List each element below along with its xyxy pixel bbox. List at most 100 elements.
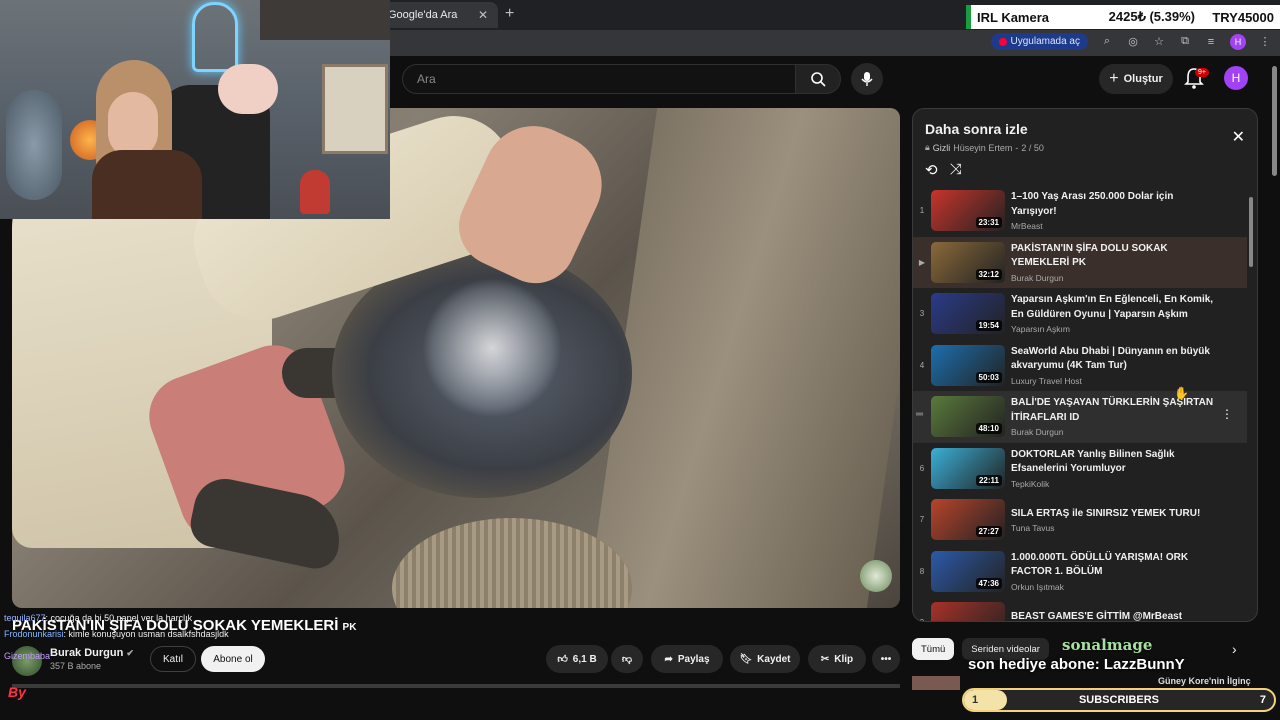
chat-line: Gizembaba <box>4 650 229 662</box>
browser-profile-avatar[interactable]: H <box>1230 33 1246 50</box>
playlist-item-thumbnail[interactable]: 19:54 <box>931 293 1005 335</box>
playlist-privacy: Gizli <box>932 142 951 153</box>
playlist-item[interactable]: 6 22:11 DOKTORLAR Yanlış Bilinen Sağlık Ef… <box>913 443 1247 495</box>
zoom-icon[interactable]: ⌕ <box>1100 35 1114 49</box>
playlist-item-thumbnail[interactable] <box>931 602 1005 621</box>
next-video-title[interactable]: Güney Kore'nin İlginç <box>1158 676 1251 686</box>
playlist-item-thumbnail[interactable]: 47:36 <box>931 550 1005 592</box>
dislike-button[interactable]: 👎︎ <box>611 645 643 673</box>
playlist-item-channel[interactable]: Luxury Travel Host <box>1011 376 1217 386</box>
playlist-item-index: 9 <box>913 618 931 621</box>
save-button[interactable]: 🔖︎ Kaydet <box>730 645 800 673</box>
share-arrow-icon: ➦ <box>664 653 673 665</box>
lock-icon: 🔒︎ <box>925 142 930 152</box>
stream-corner-logo: By <box>8 684 26 700</box>
browser-menu-icon[interactable]: ⋮ <box>1258 35 1272 49</box>
page-scrollbar[interactable] <box>1272 66 1277 176</box>
chevron-right-icon[interactable]: › <box>1232 641 1237 657</box>
playlist-item[interactable]: 9 BEAST GAMES'E GİTTİM @MrBeastOrkun Işıt… <box>913 597 1247 622</box>
playlist-item-duration: 47:36 <box>975 577 1002 589</box>
playlist-item-thumbnail[interactable]: 48:10 <box>931 396 1005 438</box>
playlist-item[interactable]: 1 23:31 1–100 Yaş Arası 250.000 Dolar için… <box>913 185 1247 237</box>
subscriber-goal-target: 7 <box>1259 694 1266 706</box>
loop-icon[interactable]: ⟲ <box>925 161 938 179</box>
playlist-item-meta: BALİ'DE YAŞAYAN TÜRKLERİN ŞAŞIRTAN İTİRA… <box>1011 396 1217 437</box>
playlist-title[interactable]: Daha sonra izle <box>925 121 1028 137</box>
playlist-item-title[interactable]: SILA ERTAŞ ile SINIRSIZ YEMEK TURU! <box>1011 507 1217 522</box>
close-icon[interactable]: ✕ <box>1232 127 1245 147</box>
playlist-item-index: 8 <box>919 566 925 576</box>
playlist-item-index: 6 <box>919 463 925 473</box>
playlist-item-meta: 1.000.000TL ÖDÜLLÜ YARIŞMA! ORK FACTOR 1… <box>1011 551 1217 592</box>
shuffle-icon[interactable]: ⤨ <box>950 161 962 179</box>
chat-user: Frodonunkarisi <box>4 629 64 639</box>
stock-ticker: IRL Kamera 2425₺ (5.39%) TRY45000 <box>966 5 1280 29</box>
playlist-item[interactable]: 4 50:03 SeaWorld Abu Dhabi | Dünyanın en b… <box>913 340 1247 392</box>
more-actions-button[interactable]: ••• <box>872 645 900 673</box>
playlist-item-thumbnail[interactable]: 50:03 <box>931 344 1005 386</box>
playlist-item[interactable]: 7 27:27 SILA ERTAŞ ile SINIRSIZ YEMEK TURU… <box>913 494 1247 546</box>
like-button[interactable]: 👍︎ 6,1 B <box>546 645 608 673</box>
chat-text: : çocuğa da bi 50 papel ver la harçlık <box>45 613 193 623</box>
bookmark-star-icon[interactable]: ☆ <box>1152 35 1166 49</box>
browser-tab[interactable]: Google'da Ara ✕ <box>378 2 498 28</box>
share-button[interactable]: ➦ Paylaş <box>651 645 723 673</box>
playlist-item-thumbnail[interactable]: 22:11 <box>931 447 1005 489</box>
more-options-icon[interactable]: ⋮ <box>1221 407 1233 421</box>
thumbs-up-icon: 👍︎ <box>557 654 568 665</box>
playlist-item-title[interactable]: 1–100 Yaş Arası 250.000 Dolar için Yarış… <box>1011 190 1217 219</box>
playlist-item-title[interactable]: DOKTORLAR Yanlış Bilinen Sağlık Efsanele… <box>1011 448 1217 477</box>
playlist-item[interactable]: ▶ 32:12 PAKİSTAN'IN ŞİFA DOLU SOKAK YEMEKL… <box>913 236 1247 288</box>
playlist-item-thumbnail[interactable]: 32:12 <box>931 241 1005 283</box>
playlist-item-title[interactable]: PAKİSTAN'IN ŞİFA DOLU SOKAK YEMEKLERİ PK <box>1011 242 1217 271</box>
playlist-scrollbar[interactable] <box>1249 197 1253 267</box>
playlist-item-title[interactable]: BEAST GAMES'E GİTTİM @MrBeast <box>1011 610 1217 622</box>
clip-button[interactable]: ✂ Klip <box>808 645 866 673</box>
playlist-item-title[interactable]: 1.000.000TL ÖDÜLLÜ YARIŞMA! ORK FACTOR 1… <box>1011 551 1217 580</box>
playlist-item-thumbnail[interactable]: 27:27 <box>931 499 1005 541</box>
thumbs-down-icon: 👎︎ <box>621 654 633 665</box>
create-button[interactable]: + Oluştur <box>1099 64 1173 94</box>
new-tab-button[interactable]: + <box>505 5 514 23</box>
playlist-item-title[interactable]: SeaWorld Abu Dhabi | Dünyanın en büyük a… <box>1011 345 1217 374</box>
playlist-item-channel[interactable]: Burak Durgun <box>1011 273 1217 283</box>
playlist-subtitle: 🔒︎ Gizli Hüseyin Ertem - 2 / 50 <box>925 142 1044 153</box>
stream-chat: tequila677: çocuğa da bi 50 papel ver la… <box>4 612 229 662</box>
playlist-item-channel[interactable]: Tuna Tavus <box>1011 523 1217 533</box>
playlist-item-title[interactable]: BALİ'DE YAŞAYAN TÜRKLERİN ŞAŞIRTAN İTİRA… <box>1011 396 1217 425</box>
playlist-item-title[interactable]: Yaparsın Aşkım'ın En Eğlenceli, En Komik… <box>1011 293 1217 322</box>
playlist-item[interactable]: 48:10 BALİ'DE YAŞAYAN TÜRKLERİN ŞAŞIRTAN … <box>913 391 1247 443</box>
playlist-item-channel[interactable]: Orkun Işıtmak <box>1011 582 1217 592</box>
playlist-item-thumbnail[interactable]: 23:31 <box>931 190 1005 232</box>
eye-off-icon[interactable]: ◎ <box>1126 35 1140 49</box>
youtube-icon <box>998 37 1007 46</box>
open-in-app-button[interactable]: Uygulamada aç <box>990 33 1088 50</box>
playlist-item-meta: 1–100 Yaş Arası 250.000 Dolar için Yarış… <box>1011 190 1217 231</box>
extensions-icon[interactable]: ⧉ <box>1178 35 1192 49</box>
playlist-item-duration: 22:11 <box>975 474 1002 486</box>
chip-all[interactable]: Tümü <box>912 638 955 660</box>
next-video-thumbnail[interactable] <box>912 676 960 690</box>
playlist-item-channel[interactable]: Burak Durgun <box>1011 427 1217 437</box>
search-input[interactable]: Ara <box>402 64 796 94</box>
tab-close-icon[interactable]: ✕ <box>478 8 488 22</box>
media-icon[interactable]: ≡ <box>1204 35 1218 49</box>
search-button[interactable] <box>795 64 841 94</box>
playlist-item-duration: 27:27 <box>975 526 1002 538</box>
ticker-flag <box>966 5 971 29</box>
channel-subscribers: 357 B abone <box>50 661 102 671</box>
playlist-item-channel[interactable]: MrBeast <box>1011 221 1217 231</box>
playlist-item-channel[interactable]: TepkiKolik <box>1011 479 1217 489</box>
plus-icon: + <box>1109 70 1119 87</box>
playlist-item[interactable]: 3 19:54 Yaparsın Aşkım'ın En Eğlenceli, En… <box>913 288 1247 340</box>
playlist-item-channel[interactable]: Yaparsın Aşkım <box>1011 324 1217 334</box>
account-avatar[interactable]: H <box>1224 66 1248 90</box>
video-scene-basket <box>392 518 632 608</box>
drag-handle-icon[interactable]: ═ <box>916 409 923 420</box>
like-count: 6,1 B <box>572 653 597 665</box>
voice-search-button[interactable] <box>851 63 883 95</box>
playlist-panel: Daha sonra izle 🔒︎ Gizli Hüseyin Ertem -… <box>912 108 1258 622</box>
playlist-owner[interactable]: Hüseyin Ertem <box>953 143 1012 153</box>
playlist-item[interactable]: 8 47:36 1.000.000TL ÖDÜLLÜ YARIŞMA! ORK FA… <box>913 546 1247 598</box>
playlist-items: 1 23:31 1–100 Yaş Arası 250.000 Dolar için… <box>913 185 1247 622</box>
